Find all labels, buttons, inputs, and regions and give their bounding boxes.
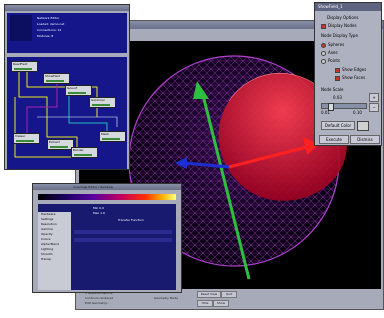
network-canvas[interactable]: ReadField ShowField Isosurf GenColor Vie… [7,57,127,169]
net-info-4: Modules: 8 [37,34,54,38]
show-edges-toggle[interactable]: Show Edges [335,67,366,73]
slider-track[interactable] [74,230,172,234]
cmap-min: Min 0.0 [93,206,105,210]
type-spheres-radio[interactable]: Spheres [321,42,344,48]
scale-max: 0.10 [353,110,362,115]
checkbox-icon [335,75,340,81]
options-heading: Display Options [327,15,359,20]
checkbox-icon [321,23,326,29]
node-scale-value: 0.03 [333,95,342,100]
color-swatch[interactable] [357,121,369,131]
net-info-3: Connections: 12 [37,28,62,32]
colormap-options-list: Hardware Settings Resolution Gamma Opaci… [38,212,71,290]
colormap-window: Colormap Editor / Rainbow Min 0.0 Max 1.… [32,183,182,293]
show-button[interactable]: Show [213,300,229,307]
options-titlebar[interactable]: ShowField_1 [315,3,381,11]
scale-min: 0.01 [321,110,330,115]
network-info-panel: Network Editor Loaded: demo.net Connecti… [7,13,127,53]
cmap-option[interactable]: Transp. [38,257,71,262]
radio-icon [321,58,326,64]
slider-track[interactable] [74,238,172,242]
checkbox-icon [335,67,340,73]
status-line-3: Edit Geometry... [85,301,110,305]
node-module[interactable]: Isosurf [65,85,92,96]
node-type-heading: Node Display Type [321,33,358,38]
scale-down-button[interactable]: − [369,103,379,112]
transfer-label: Transfer Function [118,218,144,222]
reset-view-button[interactable]: Reset View [197,291,221,298]
radio-icon [321,42,326,48]
node-module[interactable]: ShowField [43,73,70,84]
display-options-window: ShowField_1 Display Options Display Node… [314,2,382,146]
type-axes-radio[interactable]: Axes [321,50,338,56]
type-points-radio[interactable]: Points [321,58,340,64]
colormap-strip[interactable] [38,194,176,200]
node-module[interactable]: Mesh [99,131,126,142]
hide-button[interactable]: Hide [197,300,213,307]
network-editor-window: Network Editor Loaded: demo.net Connecti… [4,4,130,170]
net-info-1: Network Editor [37,16,60,20]
node-module[interactable]: Render [71,147,98,158]
display-nodes-toggle[interactable]: Display Nodes [321,23,357,29]
quit-button[interactable]: Quit [221,291,237,298]
mode-label: Geometry Mode [154,296,179,300]
node-module[interactable]: GenColor [89,97,116,108]
node-scale-slider[interactable] [321,103,367,111]
dismiss-button[interactable]: Dismiss [350,135,380,144]
scale-up-button[interactable]: + [369,93,379,102]
show-faces-toggle[interactable]: Show Faces [335,75,365,81]
node-scale-label: Node Scale [321,87,344,92]
network-titlebar[interactable] [5,5,129,11]
default-color-button[interactable]: Default Color [321,121,355,130]
node-module[interactable]: ReadField [11,61,38,72]
execute-button[interactable]: Execute [319,135,349,144]
node-module[interactable]: Extract [47,139,74,150]
colormap-header: Colormap Editor / Rainbow [73,185,113,189]
net-info-2: Loaded: demo.net [37,22,65,26]
radio-icon [321,50,326,56]
node-module[interactable]: Viewer [13,133,40,144]
cmap-max: Max 1.0 [93,211,105,215]
module-menu[interactable] [10,15,32,41]
status-line-2: Contours rendered [85,296,114,300]
